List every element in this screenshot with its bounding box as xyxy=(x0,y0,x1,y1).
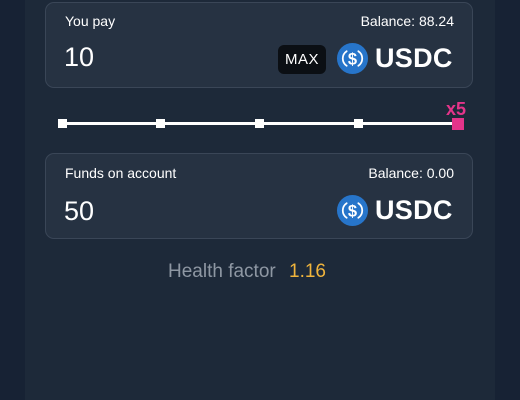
you-pay-card: You pay Balance: 88.24 10 MAX $ USDC xyxy=(45,2,473,88)
pay-token-symbol: USDC xyxy=(375,43,453,73)
usdc-icon: $ xyxy=(336,42,369,75)
funds-balance: Balance: 0.00 xyxy=(368,165,454,181)
funds-label: Funds on account xyxy=(65,165,177,181)
svg-text:$: $ xyxy=(348,50,357,68)
pay-balance: Balance: 88.24 xyxy=(360,13,454,29)
leverage-slider[interactable]: x5 xyxy=(56,99,470,134)
svg-text:$: $ xyxy=(348,202,357,220)
pay-token-selector[interactable]: $ USDC xyxy=(336,42,453,75)
health-factor-value: 1.16 xyxy=(289,261,326,282)
you-pay-label: You pay xyxy=(65,13,116,29)
funds-token-selector[interactable]: $ USDC xyxy=(336,194,453,227)
funds-amount[interactable]: 50 xyxy=(64,196,94,227)
slider-step-2[interactable] xyxy=(156,119,165,128)
swap-panel: You pay Balance: 88.24 10 MAX $ USDC x5 … xyxy=(25,0,495,400)
health-factor: Health factor 1.16 xyxy=(168,261,326,283)
funds-token-symbol: USDC xyxy=(375,195,453,225)
funds-card: Funds on account Balance: 0.00 50 $ USDC xyxy=(45,153,473,239)
max-button[interactable]: MAX xyxy=(278,45,326,74)
usdc-icon: $ xyxy=(336,194,369,227)
health-factor-label: Health factor xyxy=(168,261,276,282)
leverage-multiplier: x5 xyxy=(446,99,467,119)
slider-step-1[interactable] xyxy=(58,119,67,128)
slider-step-3[interactable] xyxy=(255,119,264,128)
slider-step-4[interactable] xyxy=(354,119,363,128)
pay-amount-input[interactable]: 10 xyxy=(64,42,94,73)
